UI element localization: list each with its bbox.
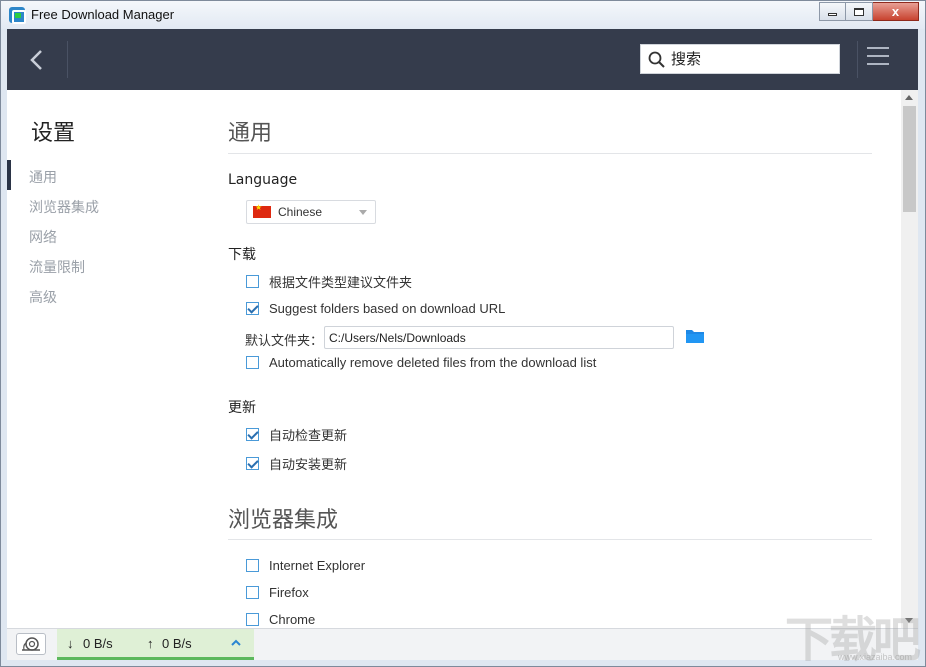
window-controls: x <box>819 2 919 21</box>
menu-line <box>867 55 889 57</box>
checkbox[interactable] <box>246 586 259 599</box>
minimize-button[interactable] <box>819 2 846 21</box>
vertical-scrollbar[interactable] <box>901 90 918 628</box>
checkbox[interactable] <box>246 428 259 441</box>
upload-arrow-icon: ↑ <box>147 636 154 651</box>
checkbox[interactable] <box>246 613 259 626</box>
checkbox[interactable] <box>246 457 259 470</box>
section-title-browser-integration: 浏览器集成 <box>228 508 339 533</box>
section-divider <box>228 153 872 154</box>
maximize-button[interactable] <box>846 2 873 21</box>
checkbox[interactable] <box>246 275 259 288</box>
menu-line <box>867 63 889 65</box>
section-title-general: 通用 <box>228 121 273 146</box>
china-flag-icon <box>253 203 271 218</box>
settings-sidebar: 设置 通用 浏览器集成 网络 流量限制 高级 <box>7 90 207 628</box>
download-group-label: 下载 <box>228 247 256 263</box>
dropdown-caret-icon <box>359 210 367 215</box>
sidebar-item-general[interactable]: 通用 <box>29 167 57 187</box>
window-title: Free Download Manager <box>31 7 175 22</box>
option-label: Automatically remove deleted files from … <box>269 355 597 370</box>
maximize-icon <box>854 7 864 16</box>
option-label: 自动检查更新 <box>269 429 348 444</box>
option-suggest-by-type[interactable]: 根据文件类型建议文件夹 <box>246 272 412 291</box>
hamburger-menu-icon[interactable] <box>867 47 889 69</box>
search-input[interactable] <box>671 50 831 68</box>
default-folder-input[interactable] <box>324 326 674 349</box>
update-group-label: 更新 <box>228 400 256 416</box>
chevron-left-icon <box>30 49 42 70</box>
option-auto-install-update[interactable]: 自动安装更新 <box>246 454 347 473</box>
checkbox[interactable] <box>246 559 259 572</box>
sidebar-title: 设置 <box>31 121 76 146</box>
checkbox[interactable] <box>246 302 259 315</box>
minimize-icon <box>828 13 837 16</box>
search-box[interactable] <box>640 44 840 74</box>
title-bar[interactable]: Free Download Manager x <box>1 1 925 29</box>
option-label: 根据文件类型建议文件夹 <box>269 276 413 291</box>
option-auto-check-update[interactable]: 自动检查更新 <box>246 425 347 444</box>
header-divider <box>67 41 68 78</box>
checkbox[interactable] <box>246 356 259 369</box>
section-divider <box>228 539 872 540</box>
search-icon <box>648 51 665 68</box>
option-browser-chrome[interactable]: Chrome <box>246 612 315 627</box>
sidebar-item-browser-integration[interactable]: 浏览器集成 <box>29 197 99 217</box>
language-select[interactable]: Chinese <box>246 200 376 224</box>
close-icon: x <box>891 4 900 19</box>
header-divider <box>857 41 858 78</box>
option-label: Chrome <box>269 612 316 627</box>
speed-panel[interactable]: ↓ 0 B/s ↑ 0 B/s <box>57 629 254 660</box>
sidebar-item-advanced[interactable]: 高级 <box>29 287 57 307</box>
option-label: Suggest folders based on download URL <box>269 301 506 316</box>
folder-browse-icon[interactable] <box>685 328 705 344</box>
option-suggest-by-url[interactable]: Suggest folders based on download URL <box>246 301 505 316</box>
settings-content: 设置 通用 浏览器集成 网络 流量限制 高级 通用 Language Chine… <box>7 90 918 628</box>
option-auto-remove[interactable]: Automatically remove deleted files from … <box>246 355 596 370</box>
watermark-url: www.xiazaiba.com <box>838 652 913 662</box>
sidebar-active-indicator <box>7 160 11 190</box>
snail-icon <box>22 637 40 651</box>
download-speed: 0 B/s <box>83 636 113 651</box>
option-browser-ie[interactable]: Internet Explorer <box>246 558 365 573</box>
default-folder-label: 默认文件夹： <box>245 334 324 349</box>
top-header <box>7 29 918 90</box>
language-label: Language <box>228 172 298 188</box>
sidebar-item-network[interactable]: 网络 <box>29 227 57 247</box>
option-label: Firefox <box>269 585 309 600</box>
sidebar-item-traffic-limits[interactable]: 流量限制 <box>29 257 85 277</box>
snail-mode-button[interactable] <box>16 633 46 655</box>
close-button[interactable]: x <box>873 2 919 21</box>
upload-speed: 0 B/s <box>162 636 192 651</box>
option-label: 自动安装更新 <box>269 458 348 473</box>
download-arrow-icon: ↓ <box>67 636 74 651</box>
menu-line <box>867 47 889 49</box>
back-button[interactable] <box>7 29 67 90</box>
app-logo-icon <box>9 7 26 24</box>
scrollbar-thumb[interactable] <box>903 106 916 212</box>
option-label: Internet Explorer <box>269 558 366 573</box>
status-bar: ↓ 0 B/s ↑ 0 B/s <box>7 628 918 660</box>
language-selected-value: Chinese <box>278 205 323 219</box>
chevron-up-icon[interactable] <box>231 638 241 648</box>
scroll-up-icon[interactable] <box>905 95 913 100</box>
option-browser-firefox[interactable]: Firefox <box>246 585 309 600</box>
